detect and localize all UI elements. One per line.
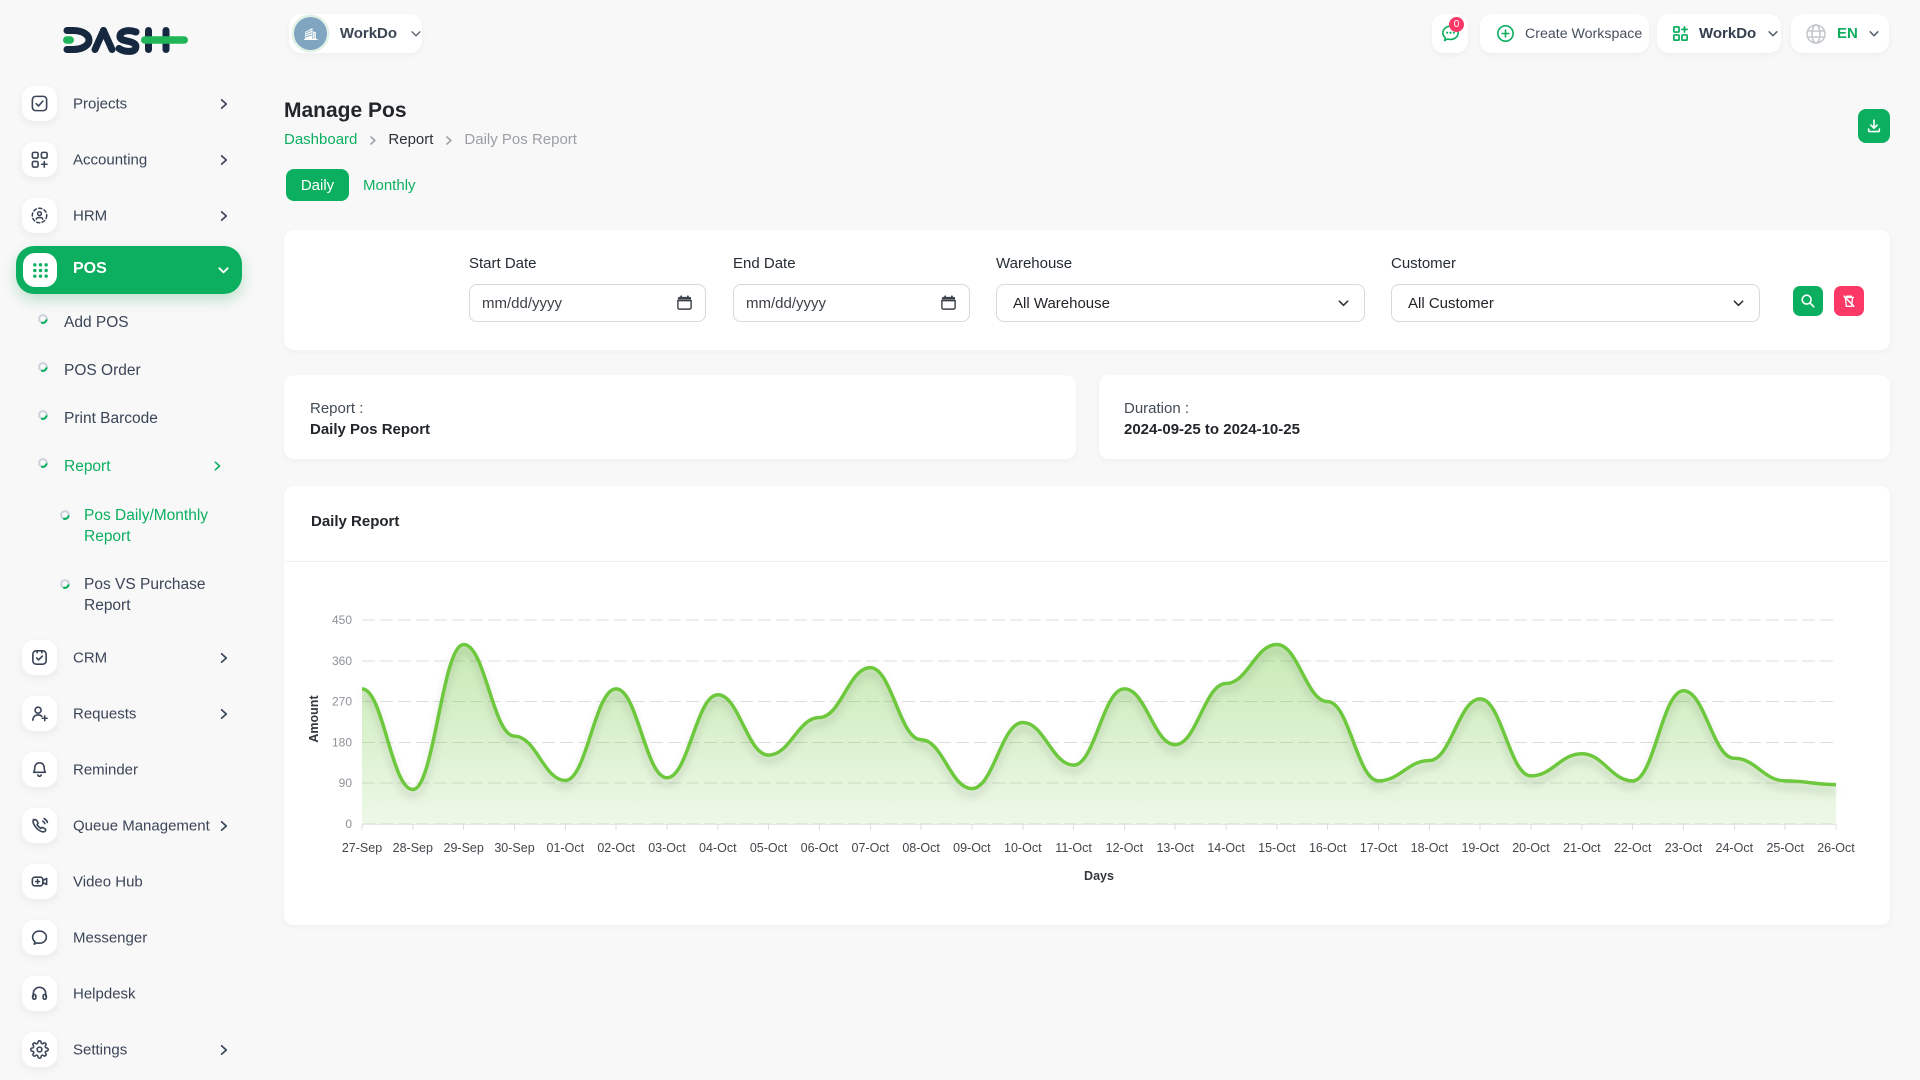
svg-text:27-Sep: 27-Sep [342,841,382,855]
svg-text:21-Oct: 21-Oct [1563,841,1601,855]
svg-text:02-Oct: 02-Oct [597,841,635,855]
svg-text:16-Oct: 16-Oct [1309,841,1347,855]
svg-text:01-Oct: 01-Oct [547,841,585,855]
svg-text:15-Oct: 15-Oct [1258,841,1296,855]
svg-text:12-Oct: 12-Oct [1106,841,1144,855]
svg-text:0: 0 [345,817,352,831]
svg-text:14-Oct: 14-Oct [1207,841,1245,855]
svg-text:03-Oct: 03-Oct [648,841,686,855]
svg-text:09-Oct: 09-Oct [953,841,991,855]
svg-text:Days: Days [1084,869,1114,883]
svg-text:270: 270 [332,695,352,709]
svg-text:90: 90 [339,776,353,790]
svg-text:25-Oct: 25-Oct [1766,841,1804,855]
svg-text:22-Oct: 22-Oct [1614,841,1652,855]
svg-text:28-Sep: 28-Sep [393,841,433,855]
svg-text:30-Sep: 30-Sep [494,841,534,855]
svg-text:24-Oct: 24-Oct [1716,841,1754,855]
svg-text:17-Oct: 17-Oct [1360,841,1398,855]
svg-text:05-Oct: 05-Oct [750,841,788,855]
svg-text:04-Oct: 04-Oct [699,841,737,855]
svg-text:13-Oct: 13-Oct [1156,841,1194,855]
svg-text:180: 180 [332,735,352,749]
svg-text:450: 450 [332,613,352,627]
svg-text:29-Sep: 29-Sep [444,841,484,855]
svg-text:26-Oct: 26-Oct [1817,841,1855,855]
svg-text:11-Oct: 11-Oct [1055,841,1092,855]
svg-text:Amount: Amount [307,695,321,743]
svg-text:06-Oct: 06-Oct [801,841,839,855]
svg-text:07-Oct: 07-Oct [852,841,890,855]
svg-text:23-Oct: 23-Oct [1665,841,1703,855]
svg-text:10-Oct: 10-Oct [1004,841,1042,855]
svg-text:360: 360 [332,654,352,668]
svg-text:18-Oct: 18-Oct [1411,841,1449,855]
svg-text:19-Oct: 19-Oct [1461,841,1499,855]
svg-text:08-Oct: 08-Oct [902,841,940,855]
svg-text:20-Oct: 20-Oct [1512,841,1550,855]
